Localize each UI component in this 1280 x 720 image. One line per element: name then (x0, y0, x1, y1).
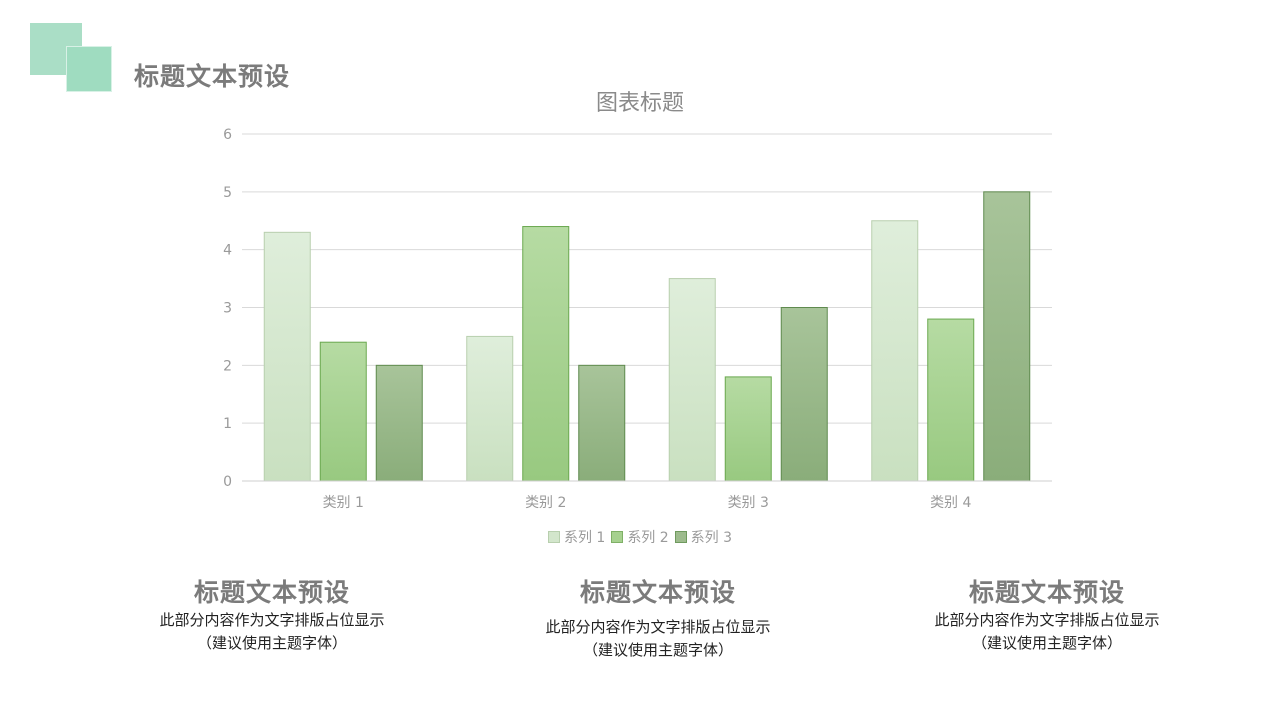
legend-swatch-series-1 (547, 531, 560, 543)
bar (263, 231, 311, 482)
bar (375, 364, 423, 482)
legend-label-series-3: 系列 3 (690, 530, 733, 546)
column-line-1: 此部分内容作为文字排版占位显示 (545, 618, 771, 636)
column-line-2: （建议使用主题字体） (196, 634, 347, 652)
y-tick-label: 1 (223, 416, 232, 432)
legend-item-series-3: 系列 3 (674, 527, 733, 547)
legend-item-series-2: 系列 2 (611, 527, 669, 547)
y-tick-label: 5 (223, 185, 232, 201)
bar (668, 278, 716, 482)
bar (724, 376, 772, 482)
bar (780, 307, 828, 482)
chart-legend: 系列 1 系列 2 系列 3 (0, 527, 1280, 547)
text-column-1: 标题文本预设 此部分内容作为文字排版占位显示 （建议使用主题字体） (122, 577, 422, 655)
y-tick-label: 2 (223, 358, 232, 374)
x-tick-label: 类别 1 (323, 495, 364, 511)
bar (319, 341, 367, 482)
column-title: 标题文本预设 (579, 578, 736, 607)
x-tick-label: 类别 2 (525, 495, 566, 511)
x-tick-label: 类别 3 (728, 495, 769, 511)
bar (522, 226, 570, 482)
x-tick-label: 类别 4 (930, 495, 971, 511)
column-title: 标题文本预设 (193, 578, 350, 607)
legend-item-series-1: 系列 1 (547, 527, 606, 547)
y-tick-label: 0 (223, 474, 232, 490)
bar (871, 220, 919, 482)
bar (578, 364, 626, 482)
y-tick-label: 3 (223, 301, 232, 317)
legend-swatch-series-3 (674, 531, 687, 543)
text-column-2: 标题文本预设 此部分内容作为文字排版占位显示 （建议使用主题字体） (508, 577, 808, 662)
y-tick-label: 6 (223, 127, 232, 143)
column-title: 标题文本预设 (968, 578, 1125, 607)
text-column-3: 标题文本预设 此部分内容作为文字排版占位显示 （建议使用主题字体） (897, 577, 1197, 655)
column-line-2: （建议使用主题字体） (971, 634, 1122, 652)
y-tick-label: 4 (223, 243, 232, 259)
bar (927, 318, 975, 482)
column-line-1: 此部分内容作为文字排版占位显示 (159, 611, 385, 629)
column-line-1: 此部分内容作为文字排版占位显示 (934, 611, 1160, 629)
bar (466, 335, 514, 482)
legend-label-series-1: 系列 1 (563, 530, 606, 546)
legend-label-series-2: 系列 2 (627, 530, 669, 546)
column-line-2: （建议使用主题字体） (582, 641, 733, 659)
legend-swatch-series-2 (611, 531, 624, 543)
bar (983, 191, 1031, 482)
